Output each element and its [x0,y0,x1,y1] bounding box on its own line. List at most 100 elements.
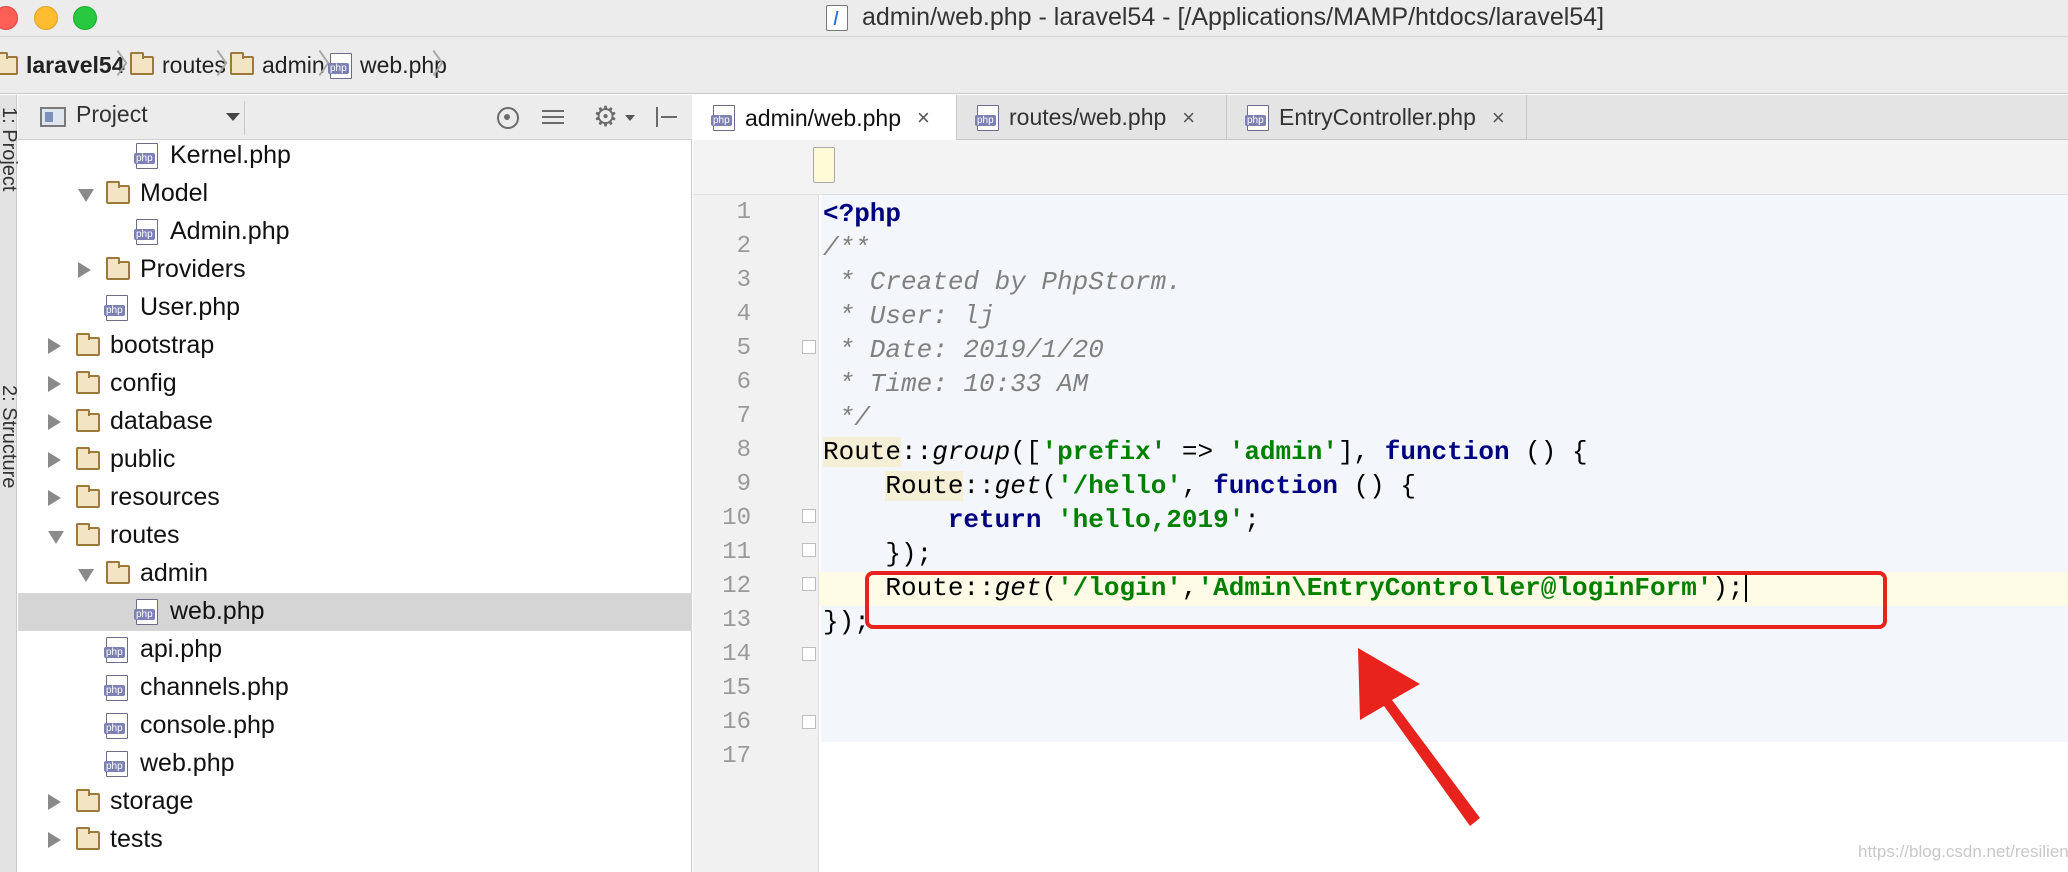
annotation-highlight-box [865,571,1887,629]
php-file-icon [975,104,999,131]
code-line-5[interactable]: * Date: 2019/1/20 [823,335,1104,365]
line-number: 11 [722,539,751,566]
line-number: 6 [736,369,751,396]
fold-icon[interactable] [802,340,816,354]
hide-panel-icon[interactable] [652,103,682,133]
code-line-2[interactable]: /** [823,233,870,263]
folder-icon [76,409,100,432]
tree-item-label: storage [110,787,194,815]
code-line-9[interactable]: Route::get('/hello', function () { [823,471,1416,501]
tree-item-providers[interactable]: Providers [18,251,692,289]
tab-entrycontroller-php[interactable]: EntryController.php × [1227,95,1527,140]
fold-icon[interactable] [802,509,816,523]
locate-file-icon[interactable] [493,103,523,133]
code-line-1[interactable]: <?php [823,199,901,229]
collapsed-arrow-icon[interactable] [48,338,61,354]
chevron-right-icon [210,49,222,81]
tree-item-label: database [110,407,213,435]
php-file-icon [104,295,128,321]
collapsed-arrow-icon[interactable] [48,832,61,848]
close-window-button[interactable] [0,6,18,30]
tree-item-channels-php[interactable]: channels.php [18,669,692,707]
tree-item-admin-php[interactable]: Admin.php [18,213,692,251]
code-line-13[interactable]: }); [823,607,870,637]
tab-routes-web-php[interactable]: routes/web.php × [957,95,1227,140]
folder-icon [76,485,100,508]
tree-item-label: config [110,369,177,397]
tree-item-storage[interactable]: storage [18,783,692,821]
tree-item-admin[interactable]: admin [18,555,692,593]
project-view-icon [40,107,66,127]
gear-icon[interactable]: ⚙ [593,103,623,133]
tree-item-label: channels.php [140,673,289,701]
php-file-icon [1245,104,1269,131]
tree-item-label: web.php [170,597,265,625]
chevron-down-icon[interactable] [625,115,635,121]
minimize-window-button[interactable] [34,6,58,30]
line-number: 16 [722,709,751,736]
code-line-8[interactable]: Route::group(['prefix' => 'admin'], func… [823,437,1588,467]
project-tool-tab[interactable]: 1: Project [0,107,20,191]
tree-item-web-php[interactable]: web.php [18,745,692,783]
collapse-all-icon[interactable] [539,103,569,133]
line-number: 15 [722,675,751,702]
expanded-arrow-icon[interactable] [78,189,94,202]
folder-icon [0,52,18,75]
tree-item-label: tests [110,825,163,853]
collapsed-arrow-icon[interactable] [48,376,61,392]
zoom-window-button[interactable] [73,6,97,30]
tree-item-user-php[interactable]: User.php [18,289,692,327]
folder-icon [76,827,100,850]
expanded-arrow-icon[interactable] [48,531,64,544]
tree-item-console-php[interactable]: console.php [18,707,692,745]
tree-item-bootstrap[interactable]: bootstrap [18,327,692,365]
line-number: 14 [722,641,751,668]
window-title: admin/web.php - laravel54 - [/Applicatio… [862,3,1605,31]
collapsed-arrow-icon[interactable] [48,414,61,430]
tree-item-kernel-php[interactable]: Kernel.php [18,140,692,175]
folder-icon [130,52,154,75]
collapsed-arrow-icon[interactable] [48,452,61,468]
close-icon[interactable]: × [1492,105,1505,131]
tree-item-tests[interactable]: tests [18,821,692,859]
collapsed-arrow-icon[interactable] [48,794,61,810]
editor-tab-bar: admin/web.php × routes/web.php × EntryCo… [693,95,2068,141]
project-view-selector[interactable]: Project [76,101,148,128]
fold-icon[interactable] [802,577,816,591]
code-line-4[interactable]: * User: lj [823,301,995,331]
structure-tool-tab[interactable]: 2: Structure [0,385,20,488]
expanded-arrow-icon[interactable] [78,569,94,582]
chevron-right-icon [110,49,122,81]
code-line-7[interactable]: */ [823,403,870,433]
tree-item-model[interactable]: Model [18,175,692,213]
fold-icon[interactable] [802,543,816,557]
tree-item-api-php[interactable]: api.php [18,631,692,669]
tree-item-config[interactable]: config [18,365,692,403]
tree-item-resources[interactable]: resources [18,479,692,517]
php-file-icon [134,599,158,625]
line-number: 13 [722,607,751,634]
breadcrumb-item-admin[interactable]: admin [230,37,325,94]
tree-item-database[interactable]: database [18,403,692,441]
tab-admin-web-php[interactable]: admin/web.php × [693,95,957,141]
tree-item-label: admin [140,559,209,587]
tree-item-routes[interactable]: routes [18,517,692,555]
tree-item-label: web.php [140,749,235,777]
close-icon[interactable]: × [1182,105,1195,131]
code-line-6[interactable]: * Time: 10:33 AM [823,369,1089,399]
code-line-11[interactable]: }); [823,539,932,569]
fold-icon[interactable] [802,647,816,661]
line-number: 1 [736,199,751,226]
tree-item-public[interactable]: public [18,441,692,479]
tree-item-web-php[interactable]: web.php [18,593,692,631]
chevron-right-icon [312,49,324,81]
collapsed-arrow-icon[interactable] [78,262,91,278]
tree-item-label: api.php [140,635,223,663]
collapsed-arrow-icon[interactable] [48,490,61,506]
fold-icon[interactable] [802,715,816,729]
breadcrumb-item-laravel54[interactable]: laravel54 [0,37,124,94]
close-icon[interactable]: × [917,105,930,131]
line-number: 10 [722,505,751,532]
code-line-3[interactable]: * Created by PhpStorm. [823,267,1182,297]
code-line-10[interactable]: return 'hello,2019'; [823,505,1260,535]
